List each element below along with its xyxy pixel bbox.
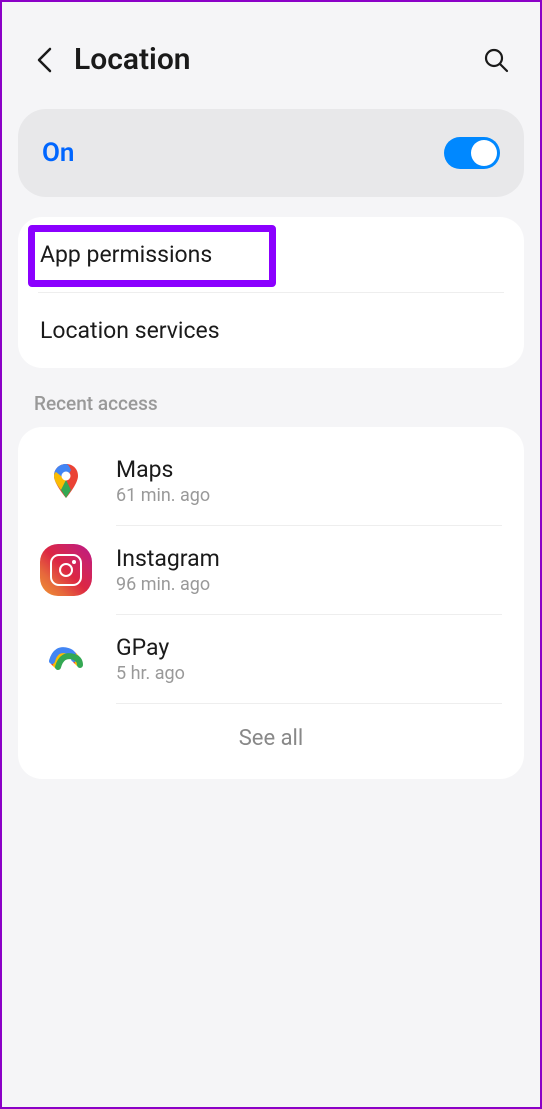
see-all-button[interactable]: See all: [18, 704, 524, 769]
toggle-knob: [471, 140, 497, 166]
back-icon[interactable]: [30, 46, 58, 74]
settings-card: App permissions Location services: [18, 217, 524, 368]
app-time: 61 min. ago: [116, 485, 502, 506]
app-name: Instagram: [116, 545, 502, 572]
toggle-switch[interactable]: [444, 137, 500, 169]
location-services-label: Location services: [40, 317, 220, 344]
gpay-icon: [40, 633, 92, 685]
app-permissions-row[interactable]: App permissions: [18, 217, 524, 292]
app-row-maps[interactable]: Maps 61 min. ago: [18, 437, 524, 525]
recent-access-label: Recent access: [2, 392, 540, 427]
app-time: 5 hr. ago: [116, 663, 502, 684]
app-info: Maps 61 min. ago: [116, 456, 502, 506]
maps-icon: [40, 455, 92, 507]
toggle-label: On: [42, 138, 74, 168]
app-info: GPay 5 hr. ago: [116, 634, 502, 684]
app-row-gpay[interactable]: GPay 5 hr. ago: [18, 615, 524, 703]
instagram-icon: [40, 544, 92, 596]
app-row-instagram[interactable]: Instagram 96 min. ago: [18, 526, 524, 614]
app-name: Maps: [116, 456, 502, 483]
header: Location: [2, 2, 540, 97]
app-time: 96 min. ago: [116, 574, 502, 595]
app-permissions-label: App permissions: [40, 241, 212, 268]
location-toggle-card[interactable]: On: [18, 109, 524, 197]
app-info: Instagram 96 min. ago: [116, 545, 502, 595]
app-name: GPay: [116, 634, 502, 661]
location-services-row[interactable]: Location services: [18, 293, 524, 368]
recent-access-card: Maps 61 min. ago Instagram 96 min. ago: [18, 427, 524, 779]
search-icon[interactable]: [480, 44, 512, 76]
page-title: Location: [74, 42, 480, 77]
